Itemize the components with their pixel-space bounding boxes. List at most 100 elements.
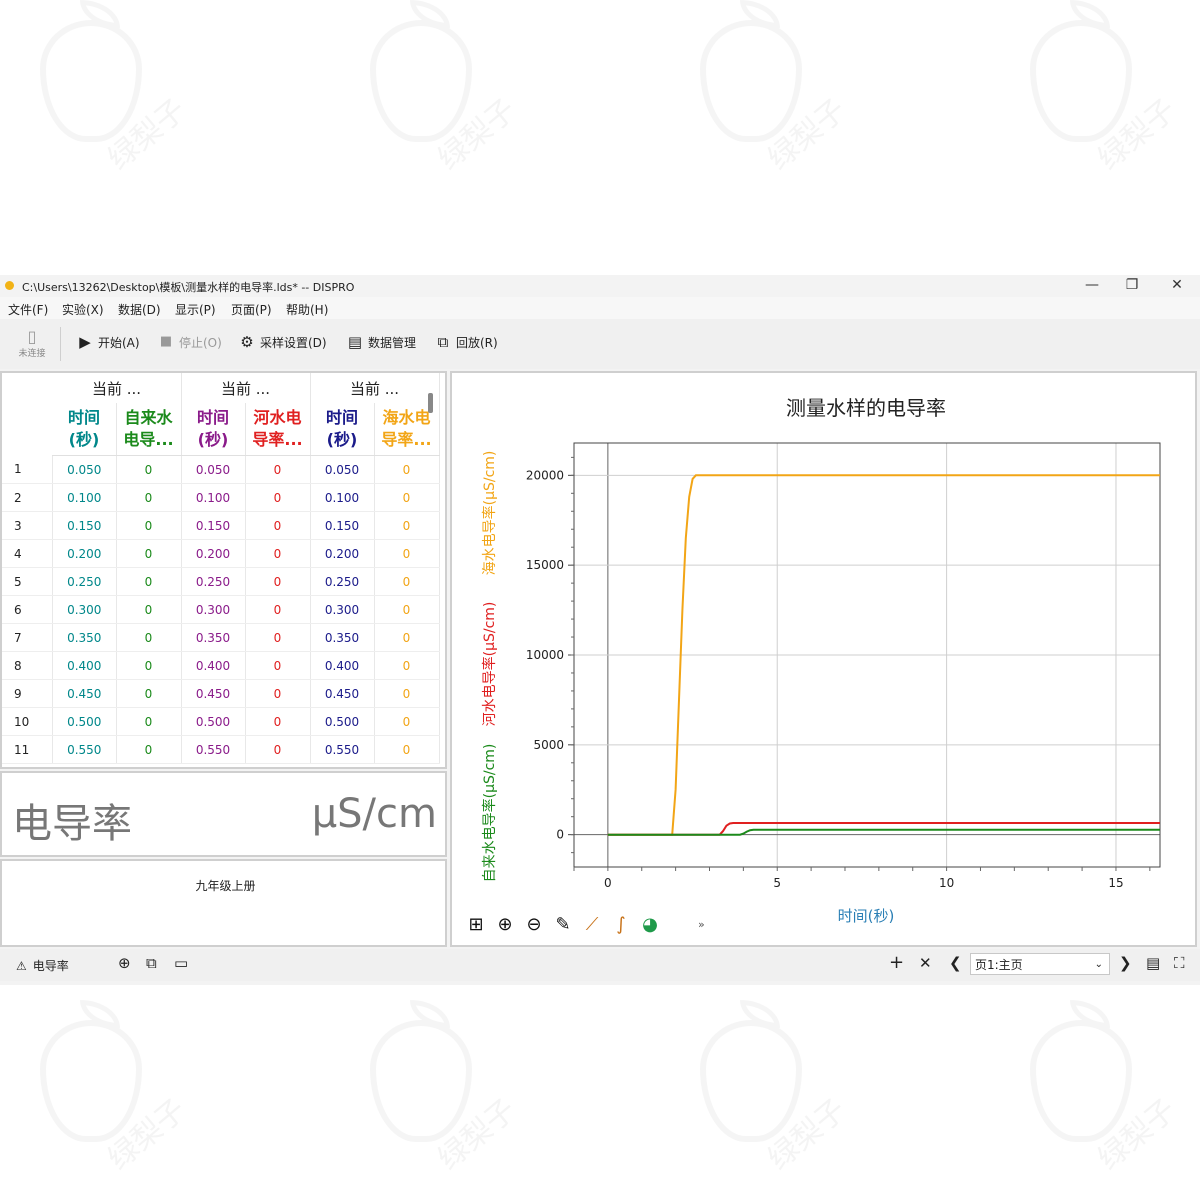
watermark-text: 绿梨子 (1091, 92, 1183, 178)
sampling-settings-button[interactable]: ⚙ 采样设置(D) (238, 333, 326, 351)
meter-panel: 电导率 μS/cm (0, 771, 447, 857)
table-cell: 0.550 (310, 735, 375, 764)
new-page-icon[interactable]: ⊕ (118, 954, 131, 972)
table-cell: 0 (245, 679, 311, 708)
page-select-value: 页1:主页 (975, 958, 1023, 972)
curve-fit-icon[interactable]: ∫ (616, 914, 625, 935)
data-manage-button[interactable]: ▤ 数据管理 (346, 333, 416, 351)
table-row[interactable]: 7 0.350 0 0.350 0 0.350 0 (2, 623, 440, 652)
zoom-out-icon[interactable]: ⊖ (526, 914, 541, 935)
column-header[interactable]: 时间 (秒) (310, 403, 375, 456)
watermark: 绿梨子 (1000, 1000, 1200, 1200)
text-panel[interactable]: 九年级上册 (0, 859, 447, 947)
menu-display[interactable]: 显示(P) (175, 301, 216, 318)
copy-icon[interactable]: ⧉ (146, 954, 157, 972)
menu-page[interactable]: 页面(P) (231, 301, 272, 318)
restore-button[interactable]: ❐ (1122, 277, 1142, 293)
table-row[interactable]: 9 0.450 0 0.450 0 0.450 0 (2, 679, 440, 708)
device-icon: ▯ (27, 327, 37, 346)
table-scrollbar-thumb[interactable] (428, 393, 433, 413)
table-cell: 0 (245, 623, 311, 652)
column-header[interactable]: 河水电 导率... (245, 403, 311, 456)
row-number: 8 (2, 651, 53, 680)
menu-experiment[interactable]: 实验(X) (62, 301, 104, 318)
fullscreen-icon[interactable]: ⛶ (1174, 954, 1185, 972)
table-cell: 0 (116, 651, 182, 680)
table-row[interactable]: 3 0.150 0 0.150 0 0.150 0 (2, 511, 440, 540)
x-axis-label: 时间(秒) (838, 907, 895, 925)
column-header[interactable]: 时间 (秒) (181, 403, 246, 456)
table-row[interactable]: 8 0.400 0 0.400 0 0.400 0 (2, 651, 440, 680)
watermark-text: 绿梨子 (761, 92, 853, 178)
row-number: 9 (2, 679, 53, 708)
table-cell: 0 (116, 483, 182, 512)
y-tick-label: 15000 (526, 558, 564, 572)
table-cell: 0 (245, 735, 311, 764)
watermark: 绿梨子 (340, 1000, 540, 1200)
table-row[interactable]: 2 0.100 0 0.100 0 0.100 0 (2, 483, 440, 512)
y-axis-label: 河水电导率(μS/cm) (481, 602, 498, 727)
pear-icon (370, 1020, 472, 1142)
x-tick-label: 15 (1108, 876, 1123, 890)
row-number: 6 (2, 595, 53, 624)
leaf-icon (740, 1000, 780, 1028)
series-line (607, 828, 1160, 836)
data-table: 当前 ... 当前 ... 当前 ... 时间 (秒) 自来水 电导... 时间 (秒) 河… (2, 373, 440, 764)
page-select[interactable]: 页1:主页 ⌄ (970, 953, 1110, 975)
pie-icon[interactable]: ◕ (642, 914, 658, 935)
table-cell: 0 (116, 735, 182, 764)
tangent-icon[interactable]: ⟋ (586, 914, 599, 935)
prev-page-button[interactable]: ❮ (949, 954, 962, 972)
table-cell: 0 (245, 651, 311, 680)
group-header[interactable]: 当前 ... (310, 373, 440, 403)
group-header[interactable]: 当前 ... (181, 373, 311, 403)
table-row[interactable]: 1 0.050 0 0.050 0 0.050 0 (2, 455, 440, 484)
chart[interactable]: 测量水样的电导率 0 5 10 15 0 5000 10000 15000 20000 海水电导… (452, 373, 1195, 945)
table-cell: 0.250 (181, 567, 246, 596)
stop-button[interactable]: ■ 停止(O) (157, 333, 222, 351)
table-row[interactable]: 11 0.550 0 0.550 0 0.550 0 (2, 735, 440, 764)
page-settings-icon[interactable]: ▤ (1146, 954, 1160, 972)
close-button[interactable]: ✕ (1167, 277, 1187, 293)
minimize-button[interactable]: — (1082, 277, 1102, 293)
menu-data[interactable]: 数据(D) (118, 301, 161, 318)
column-header[interactable]: 时间 (秒) (52, 403, 117, 456)
playback-label: 回放(R) (456, 335, 498, 350)
table-cell: 0.100 (310, 483, 375, 512)
table-row[interactable]: 5 0.250 0 0.250 0 0.250 0 (2, 567, 440, 596)
page-tab[interactable]: ⚠ 电导率 (16, 957, 69, 974)
pear-icon (700, 1020, 802, 1142)
page-tab-label: 电导率 (32, 959, 69, 973)
leaf-icon (410, 1000, 450, 1028)
table-row[interactable]: 4 0.200 0 0.200 0 0.200 0 (2, 539, 440, 568)
table-cell: 0.250 (52, 567, 117, 596)
table-cell: 0.200 (52, 539, 117, 568)
menu-file[interactable]: 文件(F) (8, 301, 48, 318)
x-tick-label: 0 (604, 876, 612, 890)
table-cell: 0.400 (310, 651, 375, 680)
next-page-button[interactable]: ❯ (1119, 954, 1132, 972)
pencil-icon[interactable]: ✎ (555, 914, 570, 935)
group-header[interactable]: 当前 ... (52, 373, 182, 403)
playback-button[interactable]: ⧉ 回放(R) (434, 333, 498, 351)
table-row[interactable]: 10 0.500 0 0.500 0 0.500 0 (2, 707, 440, 736)
folder-icon[interactable]: ▭ (174, 954, 188, 972)
add-page-button[interactable]: + (889, 952, 904, 973)
menu-help[interactable]: 帮助(H) (286, 301, 328, 318)
more-tools-button[interactable]: » (698, 918, 705, 931)
remove-page-button[interactable]: ✕ (919, 954, 932, 972)
table-cell: 0 (245, 567, 311, 596)
start-button[interactable]: ▶ 开始(A) (76, 333, 139, 351)
zoom-in-icon[interactable]: ⊕ (497, 914, 512, 935)
pear-icon (700, 20, 802, 142)
column-header[interactable]: 自来水 电导... (116, 403, 182, 456)
leaf-icon (740, 0, 780, 28)
fit-icon[interactable]: ⊞ (468, 914, 483, 935)
table-cell: 0 (116, 511, 182, 540)
text-content: 九年级上册 (195, 879, 256, 893)
connect-button[interactable]: ▯ 未连接 (12, 327, 52, 359)
table-row[interactable]: 6 0.300 0 0.300 0 0.300 0 (2, 595, 440, 624)
window-title: C:\Users\13262\Desktop\模板\测量水样的电导率.lds* … (22, 281, 355, 294)
chart-panel: 测量水样的电导率 0 5 10 15 0 5000 10000 15000 20000 海水电导… (450, 371, 1197, 947)
leaf-icon (80, 0, 120, 28)
